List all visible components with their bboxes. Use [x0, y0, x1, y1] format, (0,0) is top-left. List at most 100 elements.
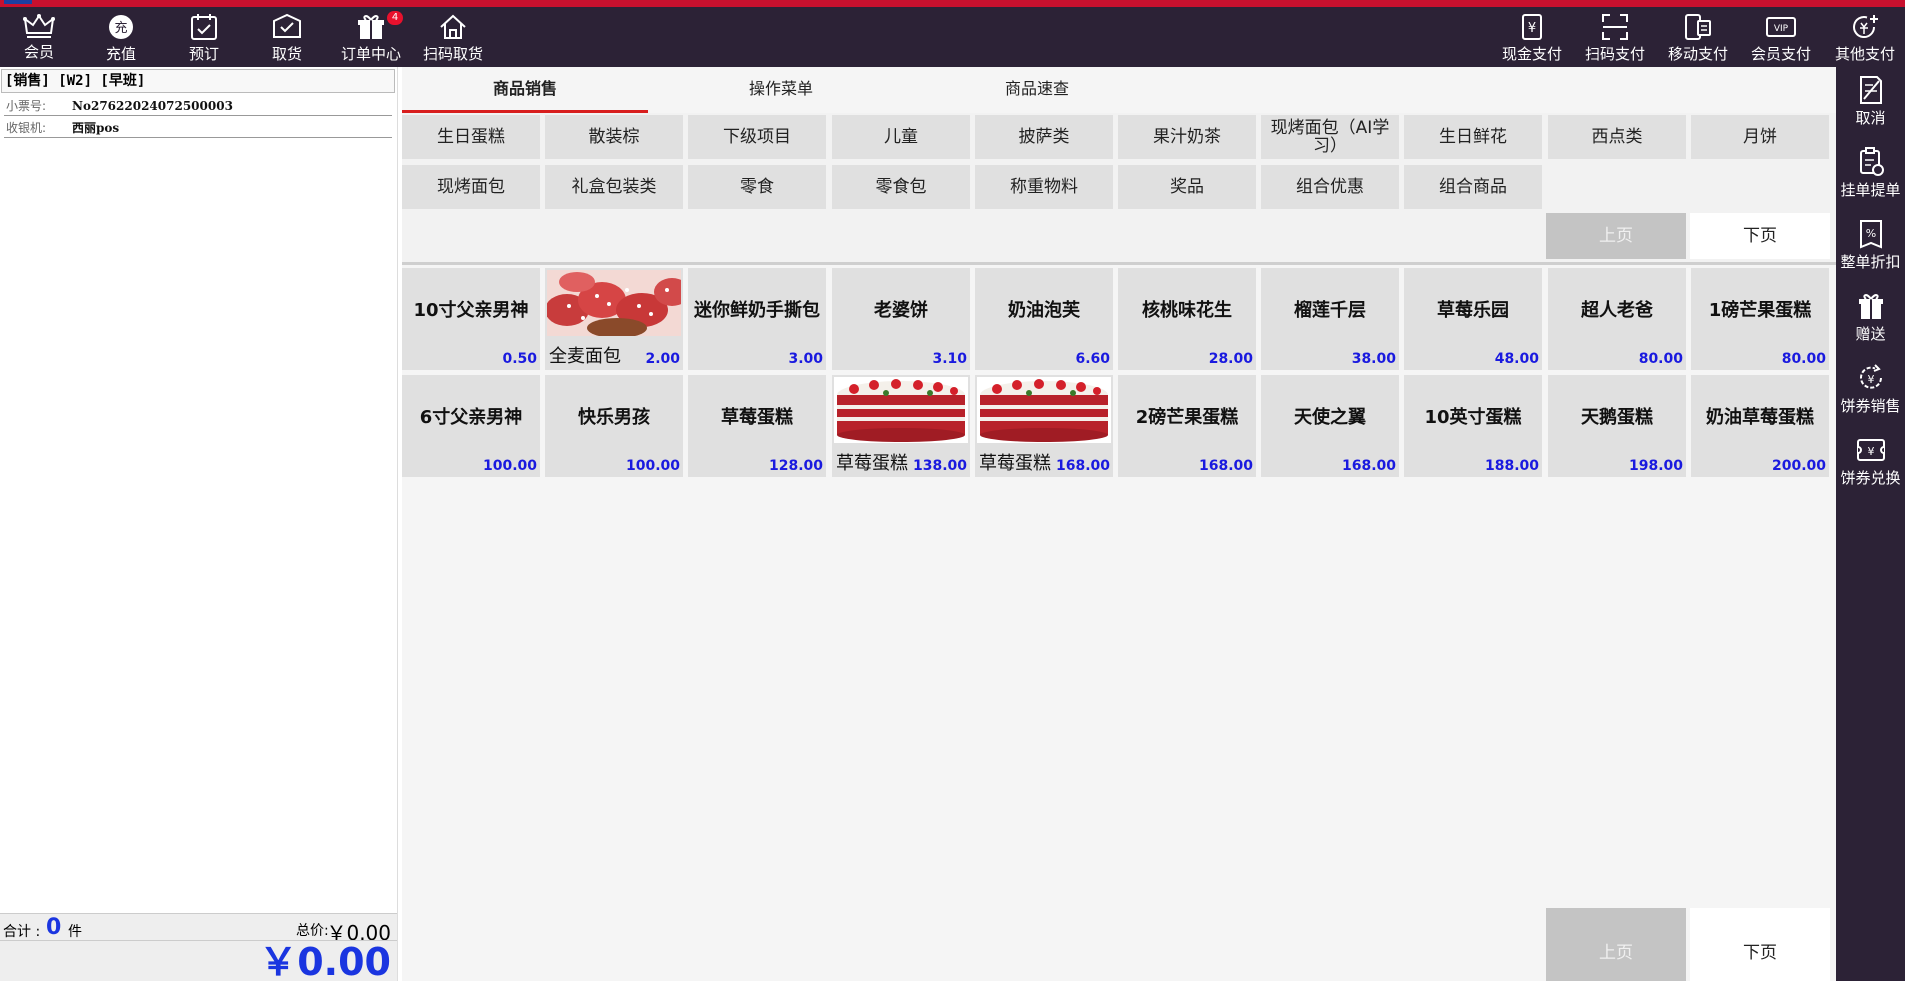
product-tile[interactable]: 核桃味花生 28.00 [1118, 268, 1256, 370]
product-price: 80.00 [1781, 351, 1826, 367]
product-price: 100.00 [625, 458, 680, 474]
category-button[interactable]: 儿童 [832, 115, 970, 159]
other-pay-button[interactable]: 其他支付 [1825, 7, 1905, 67]
gift-icon [1858, 294, 1883, 319]
category-button[interactable]: 奖品 [1118, 165, 1256, 209]
pickup-button[interactable]: 取货 [248, 7, 326, 67]
category-button[interactable]: 现烤面包（AI学习） [1261, 115, 1399, 159]
product-price: 168.00 [1198, 458, 1253, 474]
cashier-name: 西丽pos [72, 121, 120, 135]
category-prev-page-button[interactable]: 上页 [1546, 213, 1686, 259]
tab-product-lookup[interactable]: 商品速查 [914, 67, 1160, 113]
category-button[interactable]: 西点类 [1548, 115, 1686, 159]
order-items-list[interactable] [0, 142, 397, 912]
product-tile[interactable]: 老婆饼 3.10 [832, 268, 970, 370]
category-button[interactable]: 零食包 [832, 165, 970, 209]
product-tile[interactable]: 草莓蛋糕 168.00 [975, 375, 1113, 477]
product-name: 全麦面包 [549, 346, 621, 367]
category-button[interactable]: 果汁奶茶 [1118, 115, 1256, 159]
tab-product-sales[interactable]: 商品销售 [402, 67, 648, 113]
product-prev-page-button[interactable]: 上页 [1546, 908, 1686, 981]
product-price: 6.60 [1075, 351, 1110, 367]
scan-pickup-button[interactable]: 扫码取货 [414, 7, 492, 67]
product-tile[interactable]: 2磅芒果蛋糕 168.00 [1118, 375, 1256, 477]
product-price: 80.00 [1638, 351, 1683, 367]
product-name: 天使之翼 [1294, 407, 1366, 428]
coupon-exchange-button[interactable]: ¥ 饼券兑换 [1836, 427, 1905, 501]
grand-total: ￥0.00 [259, 940, 391, 984]
product-tile[interactable]: 6寸父亲男神 100.00 [402, 375, 540, 477]
product-price: 168.00 [1341, 458, 1396, 474]
product-price: 2.00 [645, 351, 680, 367]
product-tile[interactable]: 榴莲千层 38.00 [1261, 268, 1399, 370]
product-tile[interactable]: 1磅芒果蛋糕 80.00 [1691, 268, 1829, 370]
svg-text:¥: ¥ [1867, 445, 1874, 458]
crown-icon [23, 14, 55, 38]
category-button[interactable]: 散装棕 [545, 115, 683, 159]
product-price: 3.00 [788, 351, 823, 367]
product-tile[interactable]: 奶油草莓蛋糕 200.00 [1691, 375, 1829, 477]
product-name: 老婆饼 [874, 300, 928, 321]
product-name: 快乐男孩 [578, 407, 650, 428]
category-button[interactable]: 零食 [688, 165, 826, 209]
product-tile[interactable]: 草莓蛋糕 138.00 [832, 375, 970, 477]
product-tile[interactable]: 奶油泡芙 6.60 [975, 268, 1113, 370]
member-pay-button[interactable]: VIP 会员支付 [1742, 7, 1820, 67]
category-button[interactable]: 披萨类 [975, 115, 1113, 159]
product-name: 6寸父亲男神 [419, 407, 523, 428]
category-button[interactable]: 礼盒包装类 [545, 165, 683, 209]
product-price: 138.00 [912, 458, 967, 474]
product-tile[interactable]: 草莓乐园 48.00 [1404, 268, 1542, 370]
coupon-sale-icon: ¥ [1859, 364, 1882, 389]
product-name: 奶油草莓蛋糕 [1706, 407, 1814, 428]
product-tile[interactable]: 天使之翼 168.00 [1261, 375, 1399, 477]
cancel-button[interactable]: 取消 [1836, 67, 1905, 141]
gift-button[interactable]: 赠送 [1836, 283, 1905, 357]
product-tile[interactable]: 10英寸蛋糕 188.00 [1404, 375, 1542, 477]
scan-pay-button[interactable]: 扫码支付 [1576, 7, 1654, 67]
hold-order-button[interactable]: 挂单提单 [1836, 139, 1905, 213]
tab-operations-menu[interactable]: 操作菜单 [658, 67, 904, 113]
member-button[interactable]: 会员 [0, 7, 78, 67]
product-tile[interactable]: 天鹅蛋糕 198.00 [1548, 375, 1686, 477]
product-name: 天鹅蛋糕 [1581, 407, 1653, 428]
ticket-row: 小票号: No27622024072500003 [4, 96, 392, 116]
product-tile[interactable]: 迷你鲜奶手撕包 3.00 [688, 268, 826, 370]
category-button[interactable]: 称重物料 [975, 165, 1113, 209]
cashier-row: 收银机: 西丽pos [4, 118, 392, 138]
mobile-pay-icon [1685, 14, 1711, 40]
category-button[interactable]: 现烤面包 [402, 165, 540, 209]
order-count-badge: 4 [387, 11, 403, 25]
discount-icon: % [1859, 220, 1882, 249]
product-price: 0.50 [502, 351, 537, 367]
category-button[interactable]: 下级项目 [688, 115, 826, 159]
order-discount-button[interactable]: % 整单折扣 [1836, 211, 1905, 285]
svg-text:¥: ¥ [1528, 21, 1536, 36]
coupon-sale-button[interactable]: ¥ 饼券销售 [1836, 355, 1905, 429]
cash-pay-button[interactable]: ¥ 现金支付 [1493, 7, 1571, 67]
product-next-page-button[interactable]: 下页 [1690, 908, 1830, 981]
category-next-page-button[interactable]: 下页 [1690, 213, 1830, 259]
product-tile[interactable]: 超人老爸 80.00 [1548, 268, 1686, 370]
item-count: 0 [46, 915, 62, 940]
recharge-button[interactable]: 充 充值 [82, 7, 160, 67]
category-button[interactable]: 生日蛋糕 [402, 115, 540, 159]
product-tile[interactable]: 全麦面包 2.00 [545, 268, 683, 370]
product-tile[interactable]: 快乐男孩 100.00 [545, 375, 683, 477]
mobile-pay-button[interactable]: 移动支付 [1659, 7, 1737, 67]
category-button[interactable]: 组合优惠 [1261, 165, 1399, 209]
product-name: 草莓蛋糕 [836, 453, 908, 474]
product-name: 奶油泡芙 [1008, 300, 1080, 321]
svg-text:充: 充 [114, 20, 127, 36]
product-price: 100.00 [482, 458, 537, 474]
reserve-button[interactable]: 预订 [165, 7, 243, 67]
order-center-button[interactable]: 订单中心 4 [331, 7, 411, 67]
category-button[interactable]: 组合商品 [1404, 165, 1542, 209]
vip-card-icon: VIP [1766, 17, 1796, 37]
product-tile[interactable]: 草莓蛋糕 128.00 [688, 375, 826, 477]
category-button[interactable]: 生日鲜花 [1404, 115, 1542, 159]
category-button[interactable]: 月饼 [1691, 115, 1829, 159]
product-price: 48.00 [1494, 351, 1539, 367]
product-price: 188.00 [1484, 458, 1539, 474]
product-tile[interactable]: 10寸父亲男神 0.50 [402, 268, 540, 370]
